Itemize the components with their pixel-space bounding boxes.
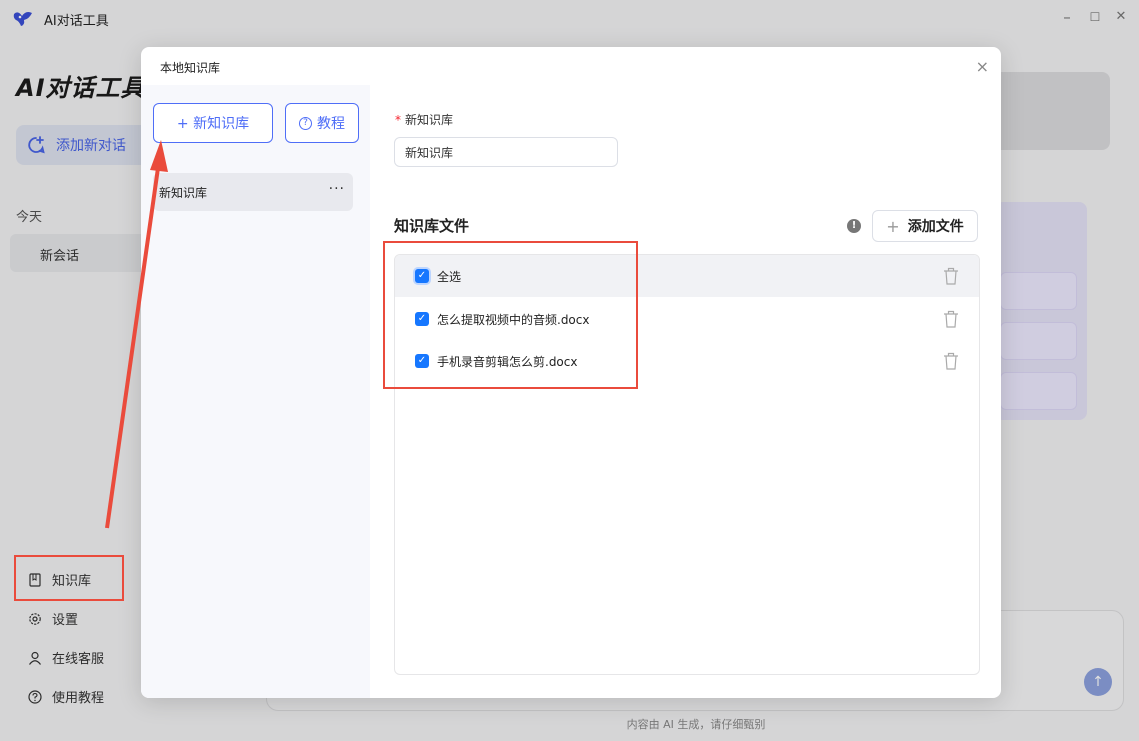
kb-name-label: * 新知识库 xyxy=(395,111,453,128)
kb-list-item[interactable]: 新知识库 ··· xyxy=(153,173,353,211)
add-file-button[interactable]: + 添加文件 xyxy=(872,210,978,242)
trash-icon[interactable] xyxy=(943,310,959,328)
close-icon[interactable]: × xyxy=(976,57,989,76)
info-icon[interactable]: ! xyxy=(847,219,861,233)
tutorial-button[interactable]: ? 教程 xyxy=(285,103,359,143)
kb-name-label-text: 新知识库 xyxy=(405,113,454,127)
kb-sidebar: + 新知识库 ? 教程 新知识库 ··· xyxy=(141,85,370,698)
dialog-title: 本地知识库 xyxy=(160,61,221,75)
files-section-title: 知识库文件 xyxy=(394,217,470,235)
required-mark: * xyxy=(395,113,401,127)
more-icon[interactable]: ··· xyxy=(329,181,345,197)
kb-name-input[interactable] xyxy=(394,137,618,167)
highlight-box-kb-nav xyxy=(14,555,124,601)
add-file-label: 添加文件 xyxy=(907,219,964,235)
highlight-box-files xyxy=(383,241,638,389)
plus-icon: + xyxy=(886,216,900,236)
tutorial-label: 教程 xyxy=(317,116,345,132)
trash-icon[interactable] xyxy=(943,267,959,285)
new-kb-button[interactable]: + 新知识库 xyxy=(153,103,273,143)
trash-icon[interactable] xyxy=(943,352,959,370)
question-icon: ? xyxy=(299,116,312,130)
kb-item-label: 新知识库 xyxy=(159,186,208,200)
